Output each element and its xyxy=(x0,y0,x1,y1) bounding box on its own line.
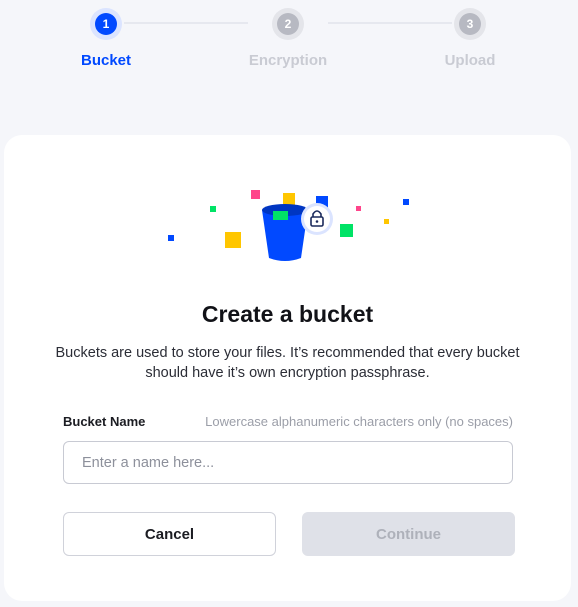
create-bucket-card: Create a bucket Buckets are used to stor… xyxy=(4,135,571,601)
confetti-square xyxy=(283,193,295,205)
page-title: Create a bucket xyxy=(201,301,374,327)
step-connector xyxy=(124,22,248,24)
step-number: 2 xyxy=(277,13,299,35)
step-label: Upload xyxy=(444,52,496,69)
step-indicator: 3 xyxy=(454,8,486,40)
stepper: 1 Bucket 2 Encryption 3 Upload xyxy=(0,0,578,90)
step-indicator: 2 xyxy=(272,8,304,40)
step-indicator: 1 xyxy=(90,8,122,40)
bucket-illustration xyxy=(168,190,409,261)
confetti-square xyxy=(340,224,353,237)
bucket-name-label: Bucket Name xyxy=(63,414,146,429)
confetti-square xyxy=(251,190,260,199)
confetti-square xyxy=(384,219,389,224)
step-label: Encryption xyxy=(248,52,328,69)
step-number: 3 xyxy=(459,13,481,35)
cancel-button[interactable]: Cancel xyxy=(63,512,276,556)
bucket-name-input[interactable] xyxy=(63,441,513,484)
confetti-square xyxy=(403,199,409,205)
step-label: Bucket xyxy=(80,52,132,69)
bucket-name-hint: Lowercase alphanumeric characters only (… xyxy=(205,414,513,429)
bucket-icon xyxy=(262,204,308,261)
lock-icon xyxy=(301,203,333,235)
step-connector xyxy=(328,22,452,24)
page-description: Buckets are used to store your files. It… xyxy=(55,345,520,381)
confetti-square xyxy=(168,235,174,241)
continue-button[interactable]: Continue xyxy=(302,512,515,556)
confetti-square xyxy=(225,232,241,248)
step-number: 1 xyxy=(95,13,117,35)
confetti-square xyxy=(356,206,361,211)
confetti-square xyxy=(210,206,216,212)
